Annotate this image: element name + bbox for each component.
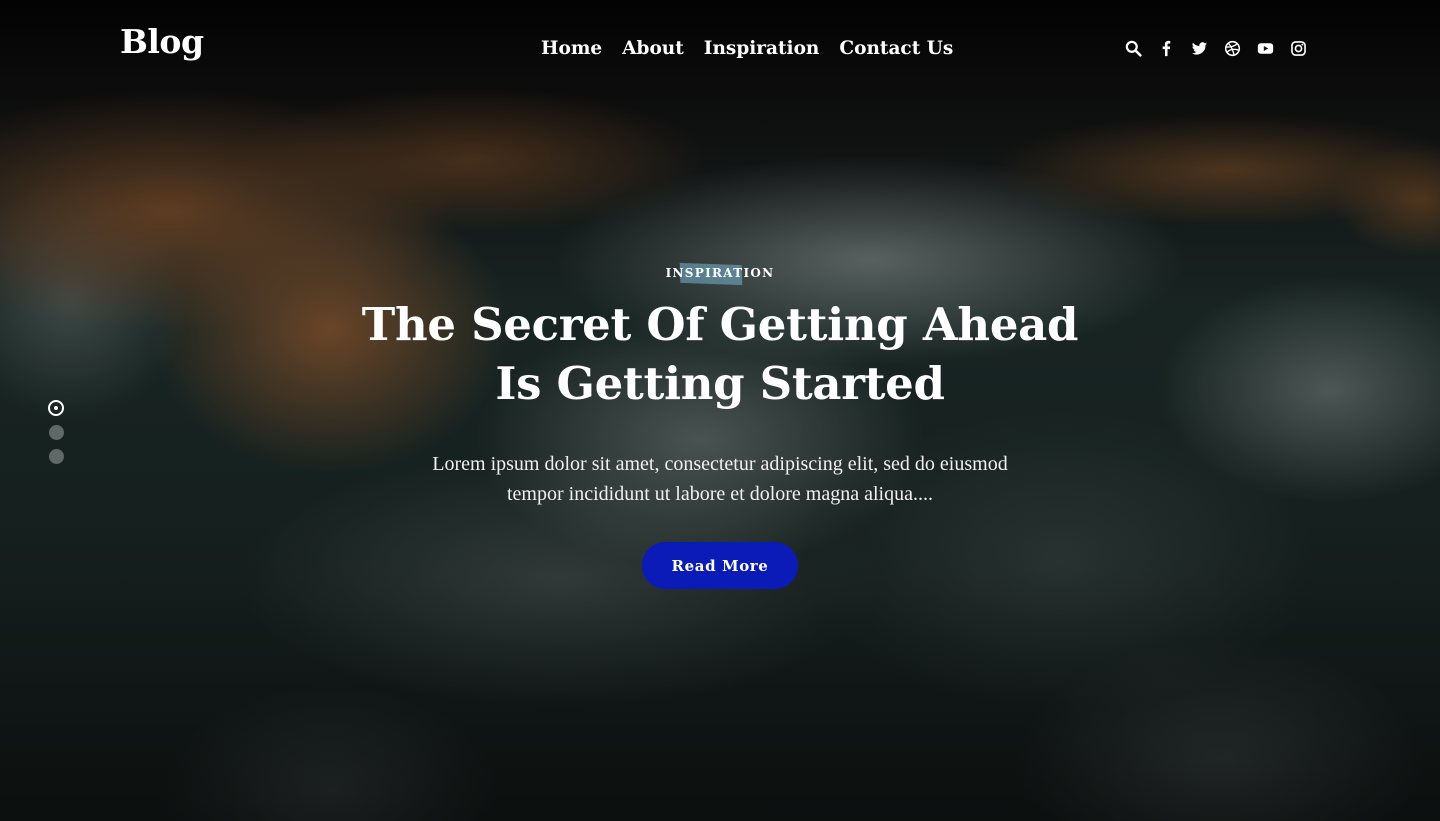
twitter-icon[interactable] (1190, 39, 1209, 58)
nav-item-home[interactable]: Home (541, 38, 602, 59)
slider-dot-3[interactable] (49, 449, 64, 464)
read-more-button[interactable]: Read More (642, 542, 798, 589)
hero-title-line-1: The Secret Of Getting Ahead (361, 298, 1079, 351)
site-logo[interactable]: Blog (120, 22, 204, 61)
dribbble-icon[interactable] (1223, 39, 1242, 58)
youtube-icon[interactable] (1256, 39, 1275, 58)
nav-item-contact-us[interactable]: Contact Us (839, 38, 953, 59)
instagram-icon[interactable] (1289, 39, 1308, 58)
facebook-icon[interactable] (1157, 39, 1176, 58)
site-header: Blog Home About Inspiration Contact Us (0, 0, 1440, 100)
nav-item-inspiration[interactable]: Inspiration (704, 38, 820, 59)
hero-description: Lorem ipsum dolor sit amet, consectetur … (370, 449, 1070, 509)
search-icon[interactable] (1124, 39, 1143, 58)
slider-dot-2[interactable] (49, 425, 64, 440)
hero-title: The Secret Of Getting Ahead Is Getting S… (0, 295, 1440, 413)
hero-description-line-1: Lorem ipsum dolor sit amet, consectetur … (432, 453, 1008, 475)
hero-description-line-2: tempor incididunt ut labore et dolore ma… (507, 483, 933, 505)
nav-item-about[interactable]: About (622, 38, 684, 59)
header-icons (1124, 39, 1308, 58)
main-nav: Home About Inspiration Contact Us (541, 38, 953, 59)
hero-title-line-2: Is Getting Started (495, 357, 945, 410)
category-tag[interactable]: INSPIRATION (662, 264, 779, 282)
